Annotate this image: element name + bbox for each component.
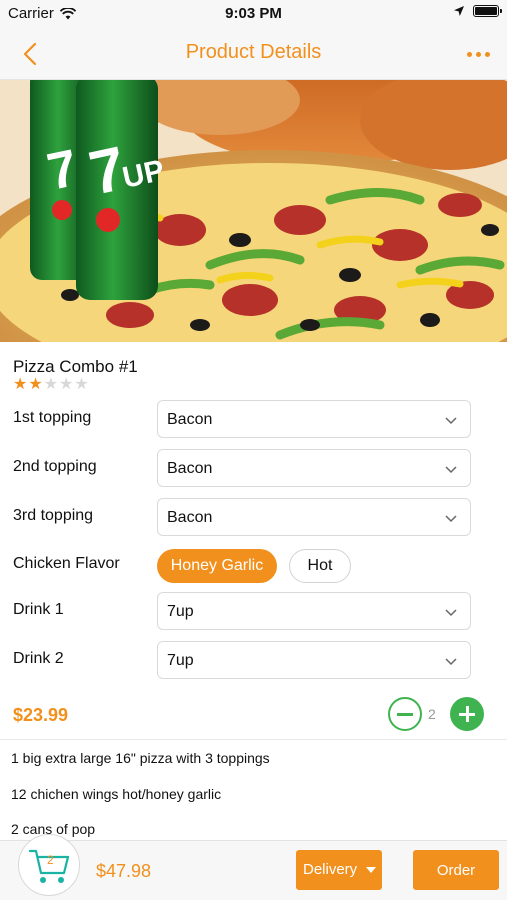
- select-value: Bacon: [167, 460, 213, 477]
- location-arrow-icon: [454, 6, 464, 16]
- delivery-dropdown-button[interactable]: Delivery: [296, 850, 382, 890]
- chevron-down-icon: [445, 417, 457, 425]
- topping1-label: 1st topping: [13, 409, 92, 426]
- select-value: 7up: [167, 652, 194, 669]
- description-line: 1 big extra large 16" pizza with 3 toppi…: [11, 750, 270, 766]
- description-line: 12 chichen wings hot/honey garlic: [11, 786, 222, 802]
- decrease-quantity-button[interactable]: [388, 697, 422, 731]
- increase-quantity-button[interactable]: [450, 697, 484, 731]
- star-icon: ★: [59, 376, 74, 393]
- drink2-label: Drink 2: [13, 650, 64, 667]
- drink1-label: Drink 1: [13, 601, 64, 618]
- chevron-down-icon: [445, 609, 457, 617]
- star-icon: ★: [74, 376, 89, 393]
- quantity-value: 2: [428, 706, 436, 722]
- caret-down-icon: [366, 867, 376, 873]
- topping2-select[interactable]: Bacon: [157, 449, 471, 487]
- rating-stars: ★ ★ ★ ★ ★: [13, 376, 89, 394]
- topping2-label: 2nd topping: [13, 458, 97, 475]
- select-value: Bacon: [167, 509, 213, 526]
- drink2-select[interactable]: 7up: [157, 641, 471, 679]
- 7up-cans: 7 7 UP: [30, 80, 167, 300]
- order-total: $47.98: [96, 861, 152, 881]
- select-value: 7up: [167, 603, 194, 620]
- battery-icon: [473, 5, 502, 17]
- status-time: 9:03 PM: [225, 5, 282, 22]
- status-right: [453, 5, 502, 17]
- unit-price: $23.99: [13, 705, 69, 725]
- chicken-flavor-label: Chicken Flavor: [13, 555, 120, 572]
- cart-button[interactable]: 2: [18, 834, 80, 896]
- flavor-hot-button[interactable]: Hot: [289, 549, 351, 583]
- page-title: Product Details: [185, 41, 322, 63]
- chevron-down-icon: [445, 466, 457, 474]
- product-name: Pizza Combo #1: [13, 357, 138, 376]
- more-dots-icon: [466, 51, 472, 57]
- cart-count: 2: [47, 853, 54, 867]
- pizza-photo: 7 7 UP: [0, 80, 507, 342]
- star-icon: ★: [28, 376, 43, 393]
- delivery-label: Delivery: [303, 861, 358, 878]
- drink1-select[interactable]: 7up: [157, 592, 471, 630]
- product-image: 7 7 UP: [0, 80, 507, 342]
- more-button[interactable]: [463, 39, 493, 69]
- chevron-down-icon: [445, 515, 457, 523]
- star-icon: ★: [43, 376, 59, 393]
- topping3-select[interactable]: Bacon: [157, 498, 471, 536]
- order-button[interactable]: Order: [413, 850, 499, 890]
- topping3-label: 3rd topping: [13, 507, 94, 524]
- select-value: Bacon: [167, 411, 213, 428]
- chevron-down-icon: [445, 658, 457, 666]
- flavor-honey-garlic-button[interactable]: Honey Garlic: [157, 549, 277, 583]
- star-icon: ★: [13, 376, 28, 393]
- nav-bar: Product Details: [0, 28, 507, 80]
- status-bar: Carrier 9:03 PM: [0, 0, 507, 28]
- divider: [0, 739, 507, 740]
- topping1-select[interactable]: Bacon: [157, 400, 471, 438]
